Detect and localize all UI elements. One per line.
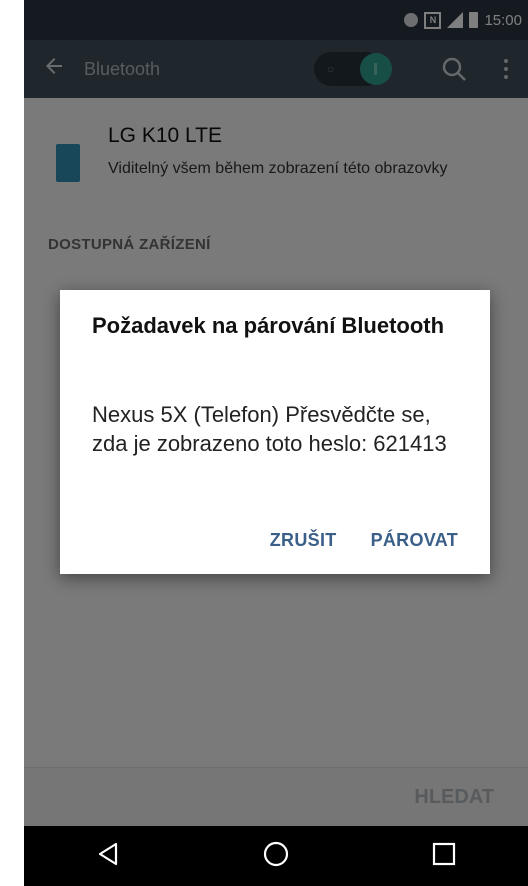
cancel-button[interactable]: ZRUŠIT — [270, 530, 337, 551]
back-triangle-icon[interactable] — [95, 841, 121, 872]
dialog-actions: ZRUŠIT PÁROVAT — [270, 530, 458, 551]
dialog-title: Požadavek na párování Bluetooth — [92, 313, 445, 338]
dialog-message: Nexus 5X (Telefon) Přesvědčte se, zda je… — [92, 402, 447, 456]
pairing-dialog: Požadavek na párování Bluetooth Nexus 5X… — [60, 290, 490, 574]
pair-button[interactable]: PÁROVAT — [371, 530, 458, 551]
navigation-bar — [24, 826, 528, 886]
phone-screen: N 15:00 Bluetooth ○ LG K10 LTE Viditelný… — [24, 0, 528, 886]
home-circle-icon[interactable] — [262, 840, 290, 873]
recents-square-icon[interactable] — [431, 841, 457, 872]
